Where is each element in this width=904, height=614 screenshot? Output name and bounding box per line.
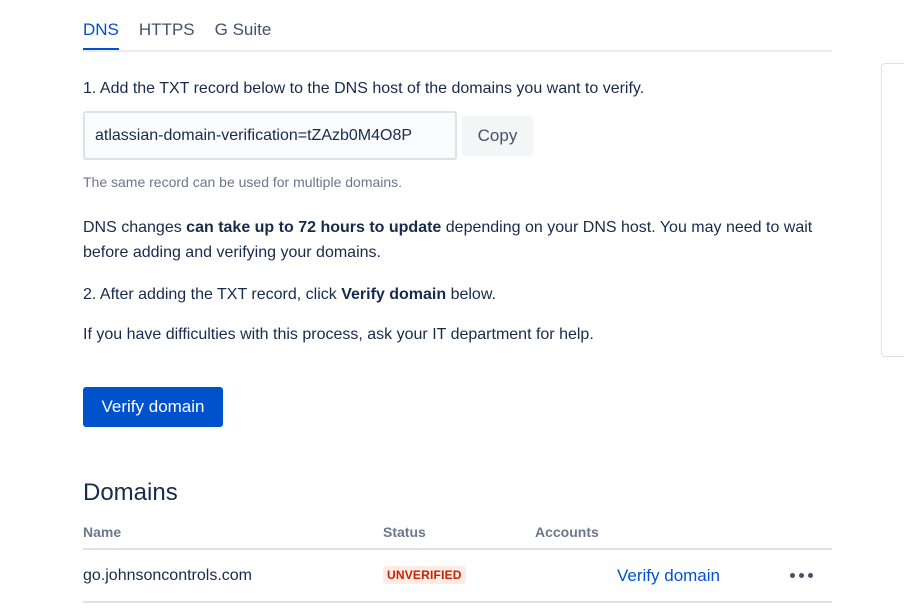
domain-verification-page: DNS HTTPS G Suite 1. Add the TXT record … (0, 0, 904, 614)
column-header-accounts: Accounts (535, 524, 599, 540)
table-row: go.johnsoncontrols.com UNVERIFIED Verify… (83, 550, 832, 603)
domains-heading: Domains (83, 479, 178, 506)
side-panel-edge (881, 63, 904, 357)
domains-table-header: Name Status Accounts (83, 522, 832, 550)
copy-button[interactable]: Copy (462, 116, 533, 156)
step2-text-1: 2. After adding the TXT record, click (83, 286, 342, 303)
record-helper-text: The same record can be used for multiple… (83, 174, 403, 190)
status-badge: UNVERIFIED (383, 566, 466, 584)
step-2-instruction: 2. After adding the TXT record, click Ve… (83, 286, 496, 304)
domain-name: go.johnsoncontrols.com (83, 567, 252, 584)
help-note: If you have difficulties with this proce… (83, 326, 594, 343)
tab-dns[interactable]: DNS (83, 18, 119, 50)
step-1-instruction: 1. Add the TXT record below to the DNS h… (83, 80, 645, 97)
tab-g-suite[interactable]: G Suite (215, 18, 272, 48)
more-horizontal-icon[interactable] (783, 560, 819, 590)
verification-method-tabs: DNS HTTPS G Suite (83, 18, 832, 52)
more-dot (798, 572, 804, 578)
step2-emphasis: Verify domain (341, 286, 447, 303)
txt-record-field[interactable] (83, 111, 457, 160)
dns-propagation-note: DNS changes can take up to 72 hours to u… (83, 215, 828, 265)
more-dot (789, 572, 795, 578)
column-header-name: Name (83, 524, 122, 540)
verify-domain-button[interactable]: Verify domain (83, 387, 223, 427)
more-dot (807, 572, 813, 578)
dns-note-emphasis: can take up to 72 hours to update (186, 219, 442, 236)
column-header-status: Status (383, 524, 426, 540)
row-verify-domain-link[interactable]: Verify domain (617, 566, 720, 586)
tab-https[interactable]: HTTPS (139, 18, 195, 48)
step2-text-2: below. (446, 286, 496, 303)
dns-note-text-1: DNS changes (83, 219, 187, 236)
